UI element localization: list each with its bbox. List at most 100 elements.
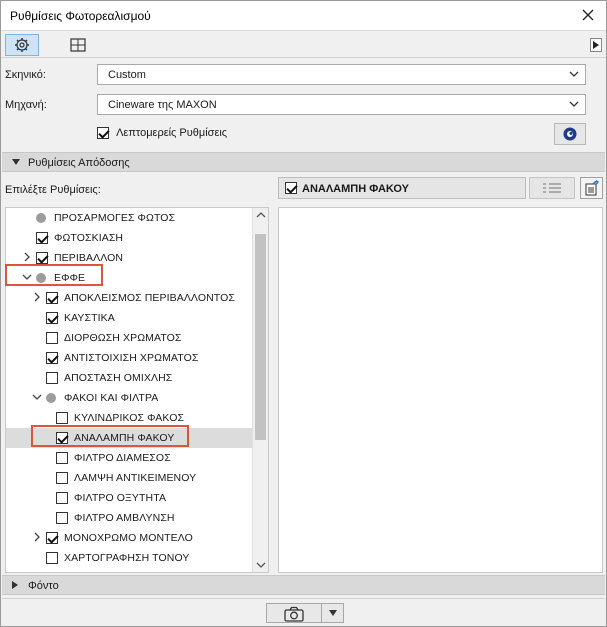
background-section[interactable]: Φόντο bbox=[2, 575, 605, 595]
tree-item-checkbox[interactable] bbox=[56, 512, 68, 524]
tree-item[interactable]: ΧΑΡΤΟΓΡΑΦΗΣΗ ΤΟΝΟΥ bbox=[6, 548, 252, 568]
engine-label: Μηχανή: bbox=[5, 99, 47, 111]
tree-item[interactable]: ΠΡΟΣΑΡΜΟΓΕΣ ΦΩΤΟΣ bbox=[6, 208, 252, 228]
tree-item-checkbox[interactable] bbox=[46, 312, 58, 324]
selected-setting-header: ΑΝΑΛΑΜΠΗ ΦΑΚΟΥ bbox=[278, 177, 526, 199]
highlight-lens-flare-box bbox=[31, 425, 189, 447]
tree-item-checkbox[interactable] bbox=[46, 532, 58, 544]
tree-item[interactable]: ΑΠΟΣΤΑΣΗ ΟΜΙΧΛΗΣ bbox=[6, 368, 252, 388]
scene-row: Σκηνικό: Custom bbox=[1, 64, 606, 88]
scene-value: Custom bbox=[108, 69, 146, 81]
group-dot-icon bbox=[46, 393, 56, 403]
chevron-right-icon[interactable] bbox=[32, 292, 42, 302]
tree-item-label: ΦΑΚΟΙ ΚΑΙ ΦΙΛΤΡΑ bbox=[64, 392, 159, 404]
render-settings-section[interactable]: Ρυθμίσεις Απόδοσης bbox=[2, 152, 605, 172]
triangle-right-icon bbox=[593, 41, 599, 49]
tab-settings[interactable] bbox=[5, 34, 39, 56]
chevron-right-icon[interactable] bbox=[32, 532, 42, 542]
tree-item-label: ΔΙΟΡΘΩΣΗ ΧΡΩΜΑΤΟΣ bbox=[64, 332, 182, 344]
close-icon bbox=[582, 9, 594, 21]
tree-item-label: ΠΡΟΣΑΡΜΟΓΕΣ ΦΩΤΟΣ bbox=[54, 212, 176, 224]
choose-settings-label: Επιλέξτε Ρυθμίσεις: bbox=[5, 184, 101, 196]
tree-item-label: ΠΕΡΙΒΑΛΛΟΝ bbox=[54, 252, 124, 264]
chevron-right-icon[interactable] bbox=[22, 252, 32, 262]
list-icon bbox=[543, 183, 561, 193]
detailed-settings-checkbox[interactable] bbox=[97, 127, 109, 140]
camera-icon bbox=[284, 606, 304, 622]
export-settings-button[interactable] bbox=[580, 177, 603, 199]
photorendering-settings-window: Ρυθμίσεις Φωτορεαλισμού Σκηνικό: Custom … bbox=[0, 0, 607, 627]
tree-item-checkbox[interactable] bbox=[46, 292, 58, 304]
highlight-effects-box bbox=[5, 264, 103, 286]
settings-tree: ΠΡΟΣΑΡΜΟΓΕΣ ΦΩΤΟΣ ΦΩΤΟΣΚΙΑΣΗ ΠΕΡΙΒΑΛΛΟΝ ΕΦΦ… bbox=[5, 207, 269, 573]
engine-row: Μηχανή: Cineware της MAXON bbox=[1, 94, 606, 118]
background-label: Φόντο bbox=[28, 580, 59, 592]
tree-item-checkbox[interactable] bbox=[36, 252, 48, 264]
tree-item-label: ΑΠΟΣΤΑΣΗ ΟΜΙΧΛΗΣ bbox=[64, 372, 173, 384]
tree-item[interactable]: ΜΟΝΟΧΡΩΜΟ ΜΟΝΤΕΛΟ bbox=[6, 528, 252, 548]
scrollbar-thumb[interactable] bbox=[255, 234, 266, 440]
render-options-dropdown[interactable] bbox=[322, 603, 344, 623]
close-button[interactable] bbox=[578, 5, 598, 25]
detailed-settings-row[interactable]: Λεπτομερείς Ρυθμίσεις bbox=[97, 127, 227, 143]
scene-label: Σκηνικό: bbox=[5, 69, 46, 81]
tree-item[interactable]: ΛΑΜΨΗ ΑΝΤΙΚΕΙΜΕΝΟΥ bbox=[6, 468, 252, 488]
tree-item-label: ΦΙΛΤΡΟ ΔΙΑΜΕΣΟΣ bbox=[74, 452, 171, 464]
tree-item-label: ΑΝΤΙΣΤΟΙΧΙΣΗ ΧΡΩΜΑΤΟΣ bbox=[64, 352, 199, 364]
title-bar: Ρυθμίσεις Φωτορεαλισμού bbox=[1, 1, 606, 31]
selected-setting-checkbox[interactable] bbox=[285, 182, 297, 194]
tree-item[interactable]: ΦΑΚΟΙ ΚΑΙ ΦΙΛΤΡΑ bbox=[6, 388, 252, 408]
tree-item-checkbox[interactable] bbox=[46, 332, 58, 344]
render-settings-label: Ρυθμίσεις Απόδοσης bbox=[28, 157, 130, 169]
chevron-down-icon bbox=[569, 71, 579, 77]
triangle-down-icon bbox=[12, 159, 20, 165]
tree-item[interactable]: ΦΩΤΟΣΚΙΑΣΗ bbox=[6, 228, 252, 248]
tree-item[interactable]: ΦΙΛΤΡΟ ΔΙΑΜΕΣΟΣ bbox=[6, 448, 252, 468]
tree-item-label: ΦΙΛΤΡΟ ΑΜΒΛΥΝΣΗ bbox=[74, 512, 175, 524]
tab-frame[interactable] bbox=[61, 34, 95, 56]
tree-item-label: ΚΑΥΣΤΙΚΑ bbox=[64, 312, 115, 324]
group-dot-icon bbox=[36, 213, 46, 223]
tree-item[interactable]: ΑΠΟΚΛΕΙΣΜΟΣ ΠΕΡΙΒΑΛΛΟΝΤΟΣ bbox=[6, 288, 252, 308]
tree-item-checkbox[interactable] bbox=[56, 492, 68, 504]
scene-dropdown[interactable]: Custom bbox=[97, 64, 586, 85]
render-button[interactable] bbox=[266, 603, 322, 623]
selected-setting-title: ΑΝΑΛΑΜΠΗ ΦΑΚΟΥ bbox=[302, 183, 409, 195]
list-view-button[interactable] bbox=[529, 177, 575, 199]
engine-dropdown[interactable]: Cineware της MAXON bbox=[97, 94, 586, 115]
tree-item-checkbox[interactable] bbox=[36, 232, 48, 244]
tree-item-checkbox[interactable] bbox=[46, 372, 58, 384]
tab-bar bbox=[1, 32, 606, 58]
chevron-up-icon[interactable] bbox=[256, 212, 266, 218]
tree-item-label: ΧΑΡΤΟΓΡΑΦΗΣΗ ΤΟΝΟΥ bbox=[64, 552, 190, 564]
chevron-down-icon[interactable] bbox=[32, 392, 42, 402]
tree-scrollbar[interactable] bbox=[252, 208, 268, 572]
tab-scroll-right-button[interactable] bbox=[590, 38, 602, 52]
chevron-down-icon bbox=[569, 101, 579, 107]
tree-item[interactable]: ΚΑΥΣΤΙΚΑ bbox=[6, 308, 252, 328]
tree-item-checkbox[interactable] bbox=[46, 552, 58, 564]
setting-details-panel bbox=[278, 207, 603, 573]
tree-item-label: ΛΑΜΨΗ ΑΝΤΙΚΕΙΜΕΝΟΥ bbox=[74, 472, 197, 484]
engine-options-button[interactable] bbox=[554, 123, 586, 145]
detailed-settings-label: Λεπτομερείς Ρυθμίσεις bbox=[116, 127, 228, 140]
tree-item[interactable]: ΦΙΛΤΡΟ ΑΜΒΛΥΝΣΗ bbox=[6, 508, 252, 528]
triangle-down-icon bbox=[328, 610, 337, 616]
tree-item[interactable]: ΔΙΟΡΘΩΣΗ ΧΡΩΜΑΤΟΣ bbox=[6, 328, 252, 348]
tree-item-checkbox[interactable] bbox=[56, 412, 68, 424]
cinema4d-icon bbox=[563, 127, 577, 141]
triangle-right-icon bbox=[12, 581, 18, 589]
chevron-down-icon[interactable] bbox=[256, 562, 266, 568]
tree-item-label: ΦΙΛΤΡΟ ΟΞΥΤΗΤΑ bbox=[74, 492, 167, 504]
tree-item[interactable]: ΑΝΤΙΣΤΟΙΧΙΣΗ ΧΡΩΜΑΤΟΣ bbox=[6, 348, 252, 368]
tree-item-label: ΜΟΝΟΧΡΩΜΟ ΜΟΝΤΕΛΟ bbox=[64, 532, 193, 544]
tree-item-checkbox[interactable] bbox=[56, 452, 68, 464]
tree-item[interactable]: ΦΙΛΤΡΟ ΟΞΥΤΗΤΑ bbox=[6, 488, 252, 508]
tree-item-label: ΚΥΛΙΝΔΡΙΚΟΣ ΦΑΚΟΣ bbox=[74, 412, 185, 424]
tree-item-checkbox[interactable] bbox=[46, 352, 58, 364]
document-arrow-icon bbox=[585, 180, 599, 196]
gear-icon bbox=[15, 38, 29, 52]
engine-value: Cineware της MAXON bbox=[108, 99, 217, 111]
tree-item-checkbox[interactable] bbox=[56, 472, 68, 484]
tree-item-label: ΦΩΤΟΣΚΙΑΣΗ bbox=[54, 232, 124, 244]
